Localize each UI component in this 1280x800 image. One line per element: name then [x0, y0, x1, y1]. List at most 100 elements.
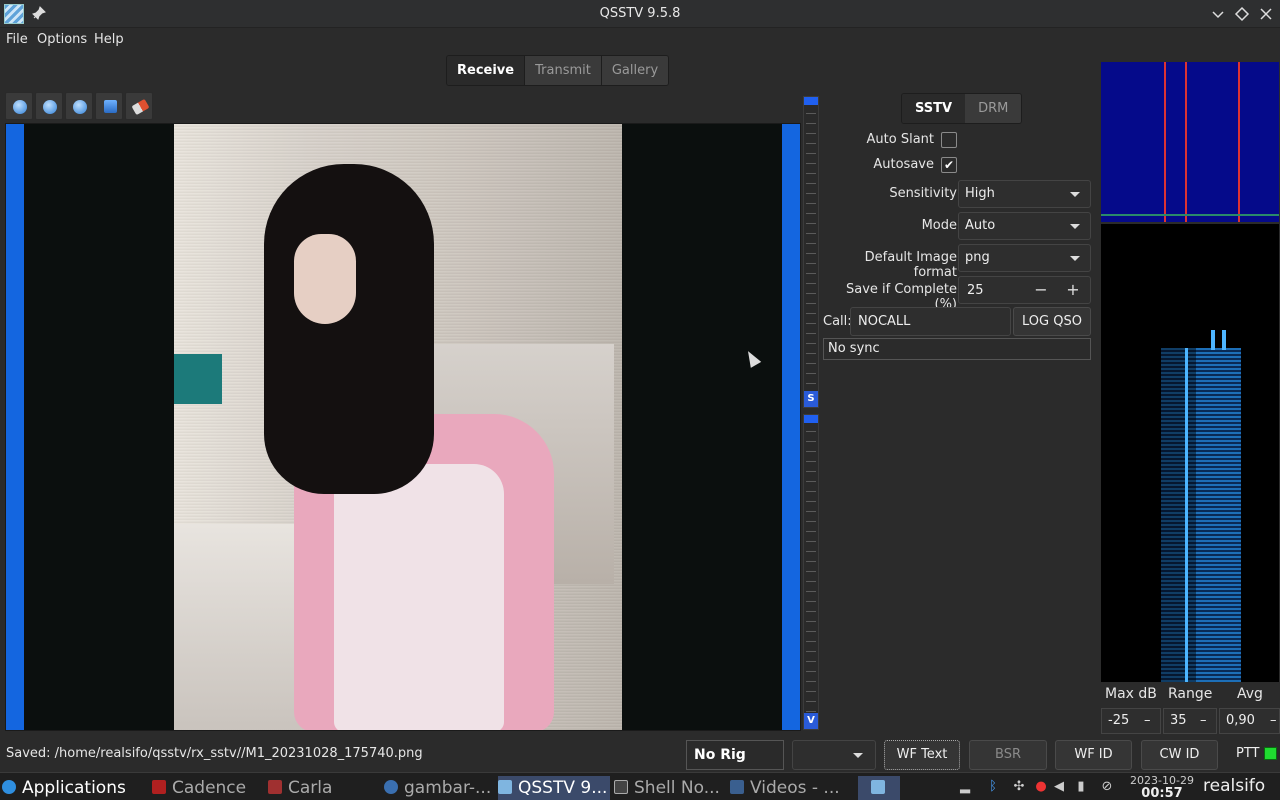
- squelch-slider[interactable]: S: [803, 96, 819, 408]
- wf-id-button[interactable]: WF ID: [1055, 740, 1132, 770]
- volume-slider[interactable]: V: [803, 414, 819, 730]
- microphone-icon[interactable]: ●: [1034, 779, 1048, 795]
- save-complete-value: 25: [967, 283, 984, 298]
- task-label: QSSTV 9...: [518, 778, 608, 798]
- task-label: Videos - ...: [750, 778, 840, 798]
- slider-handle-v[interactable]: V: [804, 713, 818, 729]
- menu-options[interactable]: Options: [37, 32, 87, 47]
- save-complete-spinbox[interactable]: 25 − +: [958, 276, 1091, 304]
- resync-button[interactable]: [65, 92, 93, 120]
- task-cadence[interactable]: Cadence: [152, 776, 264, 800]
- save-icon: [104, 100, 117, 113]
- log-qso-button[interactable]: LOG QSO: [1013, 307, 1091, 336]
- sensitivity-label: Sensitivity: [889, 186, 957, 201]
- bluetooth-icon[interactable]: ᛒ: [986, 779, 1000, 795]
- folder-icon: [730, 780, 744, 794]
- image-format-select[interactable]: png: [958, 244, 1091, 272]
- mode-select[interactable]: Auto: [958, 212, 1091, 240]
- bsr-button[interactable]: BSR: [969, 740, 1047, 770]
- wf-text-button[interactable]: WF Text: [884, 740, 960, 770]
- menu-file[interactable]: File: [6, 32, 28, 47]
- receive-toolbar: [5, 92, 153, 120]
- marker-line: [1164, 62, 1166, 222]
- resync-icon: [73, 100, 87, 114]
- image-format-label: Default Image format: [864, 250, 957, 280]
- applications-menu[interactable]: Applications: [2, 776, 136, 800]
- task-shell[interactable]: Shell No...: [614, 776, 726, 800]
- task-gambar[interactable]: gambar-...: [384, 776, 496, 800]
- rig-select[interactable]: [792, 740, 876, 770]
- eraser-icon: [131, 98, 150, 116]
- waterfall-trace: [1211, 330, 1215, 350]
- decrement-button[interactable]: −: [1031, 280, 1051, 299]
- increment-button[interactable]: +: [1063, 280, 1083, 299]
- qsstv-icon: [498, 780, 512, 794]
- window-title: QSSTV 9.5.8: [599, 6, 681, 21]
- menu-help[interactable]: Help: [94, 32, 124, 47]
- volume-icon[interactable]: ◀: [1052, 779, 1066, 795]
- auto-slant-checkbox[interactable]: [941, 132, 957, 148]
- task-videos[interactable]: Videos - ...: [730, 776, 842, 800]
- max-db-spinbox[interactable]: -25 –: [1101, 708, 1161, 734]
- chevron-down-icon: [853, 753, 863, 758]
- waterfall-display[interactable]: [1101, 224, 1279, 682]
- decrement-button[interactable]: –: [1200, 709, 1207, 733]
- tab-drm[interactable]: DRM: [965, 94, 1022, 123]
- face: [294, 234, 356, 324]
- range-value: 35: [1170, 713, 1187, 728]
- task-carla[interactable]: Carla: [268, 776, 380, 800]
- task-qsstv-mini[interactable]: [858, 776, 900, 800]
- range-spinbox[interactable]: 35 –: [1163, 708, 1217, 734]
- maximize-icon[interactable]: [1232, 4, 1252, 24]
- stop-button[interactable]: [35, 92, 63, 120]
- save-button[interactable]: [95, 92, 123, 120]
- tab-sstv[interactable]: SSTV: [902, 94, 966, 123]
- clock-time: 00:57: [1141, 786, 1183, 800]
- ptt-label: PTT: [1236, 746, 1260, 761]
- tab-receive[interactable]: Receive: [447, 56, 526, 85]
- max-db-label: Max dB: [1105, 686, 1157, 702]
- spectrum-display[interactable]: [1101, 62, 1279, 222]
- decrement-button[interactable]: –: [1270, 709, 1277, 733]
- autosave-checkbox[interactable]: ✔: [941, 157, 957, 173]
- task-qsstv[interactable]: QSSTV 9...: [498, 776, 610, 800]
- browser-icon: [384, 780, 398, 794]
- marker-line: [1238, 62, 1240, 222]
- tab-gallery[interactable]: Gallery: [601, 56, 669, 85]
- white-apron: [334, 464, 504, 730]
- decrement-button[interactable]: –: [1144, 709, 1151, 733]
- task-label: Cadence: [172, 778, 247, 798]
- task-label: Carla: [288, 778, 333, 798]
- erase-button[interactable]: [125, 92, 153, 120]
- slider-ticks: [806, 421, 816, 723]
- waterfall-trace: [1185, 348, 1188, 682]
- minimize-icon[interactable]: [1208, 4, 1228, 24]
- tab-transmit[interactable]: Transmit: [525, 56, 602, 85]
- slider-handle-s[interactable]: S: [804, 391, 818, 407]
- mode-tabs: SSTV DRM: [901, 93, 1023, 124]
- user-name[interactable]: realsifo: [1203, 776, 1265, 796]
- network-icon[interactable]: ▂: [958, 779, 972, 795]
- sensitivity-select[interactable]: High: [958, 180, 1091, 208]
- teal-object: [174, 354, 222, 404]
- terminal-icon: [614, 780, 628, 794]
- taskbar: Applications Cadence Carla gambar-... QS…: [0, 772, 1280, 800]
- avg-spinbox[interactable]: 0,90 –: [1219, 708, 1280, 734]
- battery-icon[interactable]: ▮: [1074, 779, 1088, 795]
- autosave-label: Autosave: [873, 157, 934, 172]
- image-right-border: [782, 124, 800, 730]
- received-image-area[interactable]: [5, 123, 801, 731]
- call-input[interactable]: NOCALL: [850, 307, 1011, 336]
- cw-id-button[interactable]: CW ID: [1141, 740, 1218, 770]
- sensitivity-value: High: [965, 186, 995, 201]
- task-label: gambar-...: [404, 778, 492, 798]
- sync-status: No sync: [823, 338, 1091, 360]
- network-share-icon[interactable]: ✣: [1012, 779, 1026, 795]
- start-button[interactable]: [5, 92, 33, 120]
- close-icon[interactable]: [1256, 4, 1276, 24]
- notifications-icon[interactable]: ⊘: [1100, 779, 1114, 795]
- avg-label: Avg: [1237, 686, 1263, 702]
- slider-cap: [804, 97, 818, 105]
- clock[interactable]: 2023-10-29 00:57: [1128, 774, 1196, 800]
- applications-icon: [2, 780, 16, 794]
